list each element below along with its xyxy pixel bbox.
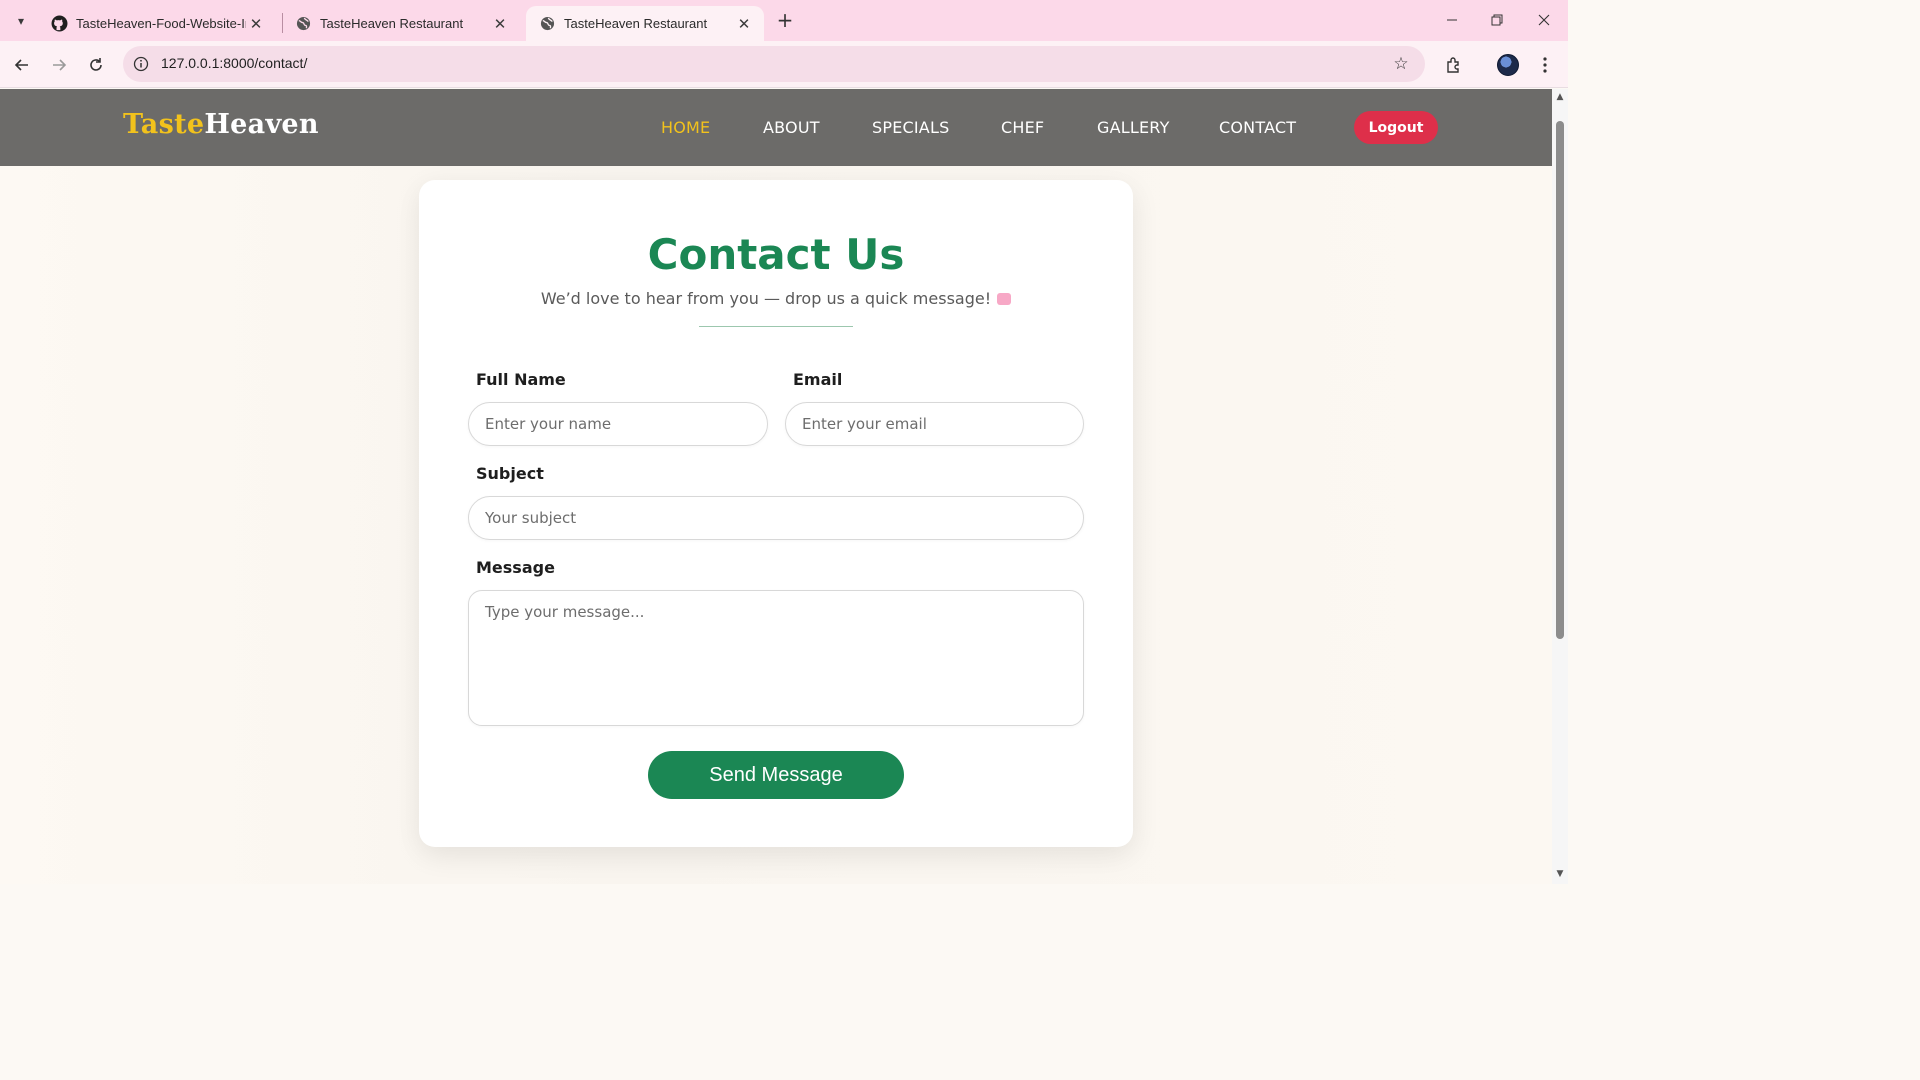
subject-label: Subject [476,464,544,483]
subtitle-text: We’d love to hear from you — drop us a q… [540,289,992,308]
reload-icon[interactable] [82,51,110,79]
tab-title: TasteHeaven Restaurant [564,16,708,31]
browser-toolbar: 127.0.0.1:8000/contact/ ☆ [0,41,1568,88]
full-name-label: Full Name [476,370,566,389]
nav-contact[interactable]: CONTACT [1219,118,1296,137]
minimize-icon[interactable] [1437,6,1467,34]
github-icon [50,15,68,33]
logo-text-taste: Taste [123,109,205,140]
site-info-icon[interactable] [131,54,151,74]
nav-home[interactable]: HOME [661,118,710,137]
tab-title: TasteHeaven-Food-Website-In- [76,16,246,31]
new-tab-plus-icon[interactable]: + [774,8,796,32]
title-divider [699,326,853,327]
globe-icon [294,15,312,33]
close-tab-icon[interactable]: ✕ [734,14,754,34]
nav-gallery[interactable]: GALLERY [1097,118,1170,137]
close-window-icon[interactable] [1529,6,1559,34]
scroll-down-arrow-icon[interactable]: ▼ [1555,869,1565,879]
logo-text-heaven: Heaven [204,109,319,140]
site-logo[interactable]: TasteHeaven [123,109,319,140]
email-label: Email [793,370,843,389]
restore-icon[interactable] [1482,6,1512,34]
url-text: 127.0.0.1:8000/contact/ [161,55,308,71]
forward-arrow-icon[interactable] [45,51,73,79]
tab-search-chevron-icon[interactable]: ▾ [8,8,34,34]
send-message-button[interactable]: Send Message [648,751,904,799]
profile-avatar[interactable] [1494,51,1522,79]
nav-chef[interactable]: CHEF [1001,118,1044,137]
message-textarea[interactable] [468,590,1084,726]
extensions-puzzle-icon[interactable] [1440,51,1468,79]
subject-input[interactable] [468,496,1084,540]
heart-emoji-icon [997,293,1012,305]
close-tab-icon[interactable]: ✕ [246,14,266,34]
page-subtitle: We’d love to hear from you — drop us a q… [419,289,1133,308]
browser-tab-github[interactable]: TasteHeaven-Food-Website-In- ✕ [38,6,276,41]
page-title: Contact Us [647,230,905,279]
scrollbar-thumb[interactable] [1556,121,1564,639]
back-arrow-icon[interactable] [8,51,36,79]
browser-menu-kebab-icon[interactable] [1531,51,1559,79]
bookmark-star-icon[interactable]: ☆ [1389,52,1413,76]
web-page: TasteHeaven HOME ABOUT SPECIALS CHEF GAL… [0,89,1552,884]
email-input[interactable] [785,402,1084,446]
contact-card: Contact Us We’d love to hear from you — … [419,180,1133,847]
page-scrollbar[interactable]: ▲ ▼ [1552,89,1568,884]
full-name-input[interactable] [468,402,768,446]
scroll-up-arrow-icon[interactable]: ▲ [1555,92,1565,102]
logout-button[interactable]: Logout [1354,111,1438,144]
address-bar[interactable]: 127.0.0.1:8000/contact/ ☆ [123,46,1425,82]
site-header: TasteHeaven HOME ABOUT SPECIALS CHEF GAL… [0,89,1552,166]
tab-title: TasteHeaven Restaurant [320,16,464,31]
browser-tab-restaurant-1[interactable]: TasteHeaven Restaurant ✕ [282,6,520,41]
nav-specials[interactable]: SPECIALS [872,118,949,137]
nav-about[interactable]: ABOUT [763,118,820,137]
browser-tab-restaurant-active[interactable]: TasteHeaven Restaurant ✕ [526,6,764,41]
close-tab-icon[interactable]: ✕ [490,14,510,34]
globe-icon [538,15,556,33]
browser-tabstrip: ▾ TasteHeaven-Food-Website-In- ✕ TasteHe… [0,0,1568,41]
message-label: Message [476,558,555,577]
